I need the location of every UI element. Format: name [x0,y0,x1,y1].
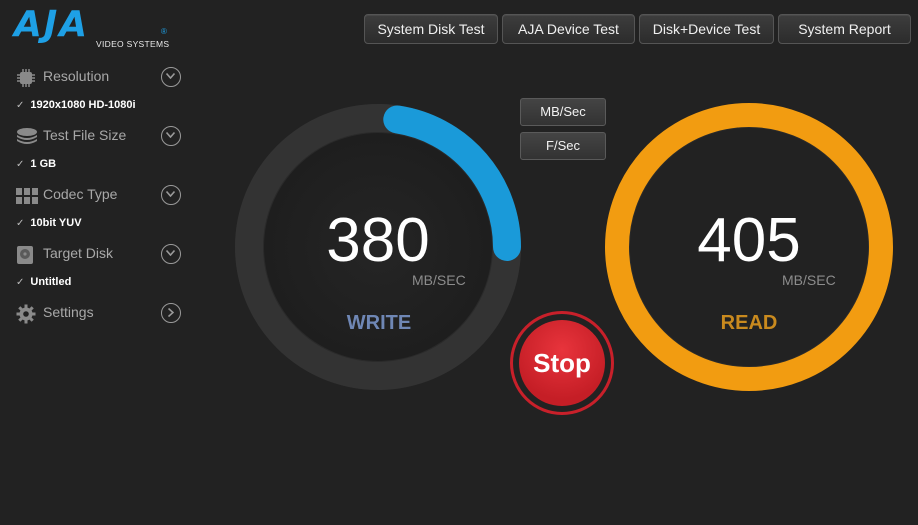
sidebar-label-target-disk: Target Disk [43,245,114,261]
gear-icon [16,304,36,324]
sidebar-item-resolution[interactable]: Resolution [16,66,184,90]
sidebar-label-settings: Settings [43,304,94,320]
mb-sec-button[interactable]: MB/Sec [520,98,606,126]
codec-grid-icon [16,186,38,206]
stop-button[interactable]: Stop [519,320,605,406]
sidebar-item-test-file-size[interactable]: Test File Size [16,125,184,149]
sidebar-item-codec-type[interactable]: Codec Type [16,184,184,208]
logo-wordmark: AJA [14,4,90,45]
f-sec-button[interactable]: F/Sec [520,132,606,160]
chevron-right-icon[interactable] [161,303,181,323]
target-disk-value: ✓ Untitled [16,276,71,288]
sidebar-item-target-disk[interactable]: Target Disk [16,243,184,267]
write-gauge: 380 MB/SEC WRITE [233,102,523,392]
codec-type-value: ✓ 10bit YUV [16,217,82,229]
check-icon: ✓ [16,218,25,229]
test-file-size-value: ✓ 1 GB [16,158,56,170]
aja-device-test-button[interactable]: AJA Device Test [502,14,635,44]
write-unit: MB/SEC [412,272,466,288]
resolution-value-text: 1920x1080 HD-1080i [30,99,136,111]
disk-device-test-button[interactable]: Disk+Device Test [639,14,774,44]
target-disk-value-text: Untitled [30,276,72,288]
sidebar-item-settings[interactable]: Settings [16,302,184,326]
stop-button-ring[interactable]: Stop [510,311,614,415]
system-report-button[interactable]: System Report [778,14,911,44]
aja-logo: AJA ® VIDEO SYSTEMS [14,4,174,52]
read-gauge: 405 MB/SEC READ [604,102,894,392]
sidebar-label-codec-type: Codec Type [43,186,118,202]
chevron-down-icon[interactable] [161,244,181,264]
check-icon: ✓ [16,100,25,111]
stack-icon [16,127,37,147]
write-label: WRITE [346,312,412,334]
sidebar-label-test-file-size: Test File Size [43,127,127,143]
logo-registered-mark: ® [161,27,167,36]
chevron-down-icon[interactable] [161,126,181,146]
disk-icon [16,245,36,265]
check-icon: ✓ [16,159,25,170]
read-label: READ [720,312,778,334]
system-disk-test-button[interactable]: System Disk Test [364,14,498,44]
sidebar-label-resolution: Resolution [43,68,110,84]
resolution-chip-icon [16,68,36,88]
check-icon: ✓ [16,277,25,288]
chevron-down-icon[interactable] [161,67,181,87]
test-file-size-value-text: 1 GB [30,158,57,170]
chevron-down-icon[interactable] [161,185,181,205]
resolution-value: ✓ 1920x1080 HD-1080i [16,99,136,111]
codec-type-value-text: 10bit YUV [30,217,82,229]
logo-subtitle: VIDEO SYSTEMS [96,39,170,49]
read-unit: MB/SEC [782,272,836,288]
read-value: 405 [697,206,801,275]
write-value: 380 [326,206,430,275]
